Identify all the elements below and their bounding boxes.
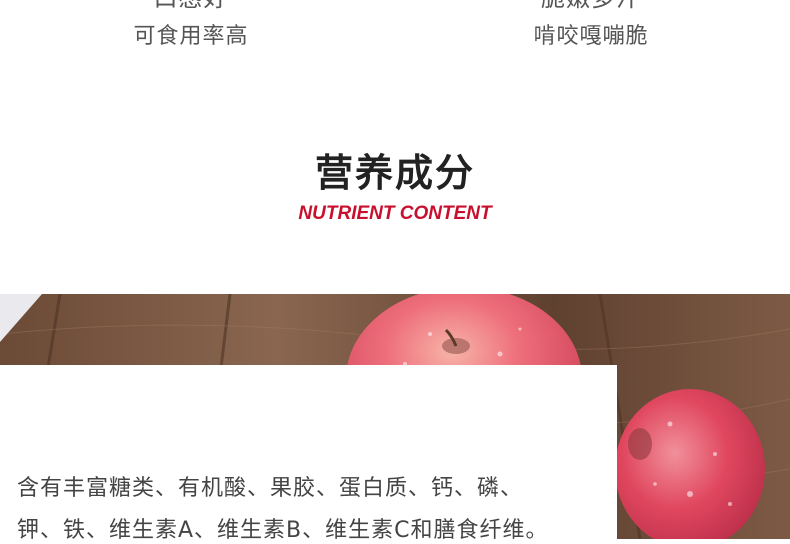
nutrition-card: 含有丰富糖类、有机酸、果胶、蛋白质、钙、磷、 钾、铁、维生素A、维生素B、维生素… xyxy=(0,365,617,543)
nutrition-line-2: 钾、铁、维生素A、维生素B、维生素C和膳食纤维。 xyxy=(17,518,549,543)
feature-left-caption: 可食用率高 xyxy=(133,24,249,49)
feature-right-caption: 啃咬嘎嘣脆 xyxy=(533,24,649,49)
section-subtitle: NUTRIENT CONTENT xyxy=(298,203,492,224)
nutrition-line-1: 含有丰富糖类、有机酸、果胶、蛋白质、钙、磷、 xyxy=(17,476,524,501)
feature-right-heading: 脆嫩多汁 xyxy=(441,0,741,13)
section-title: 营养成分 xyxy=(314,151,475,195)
feature-left-heading: 口感好 xyxy=(41,0,341,13)
